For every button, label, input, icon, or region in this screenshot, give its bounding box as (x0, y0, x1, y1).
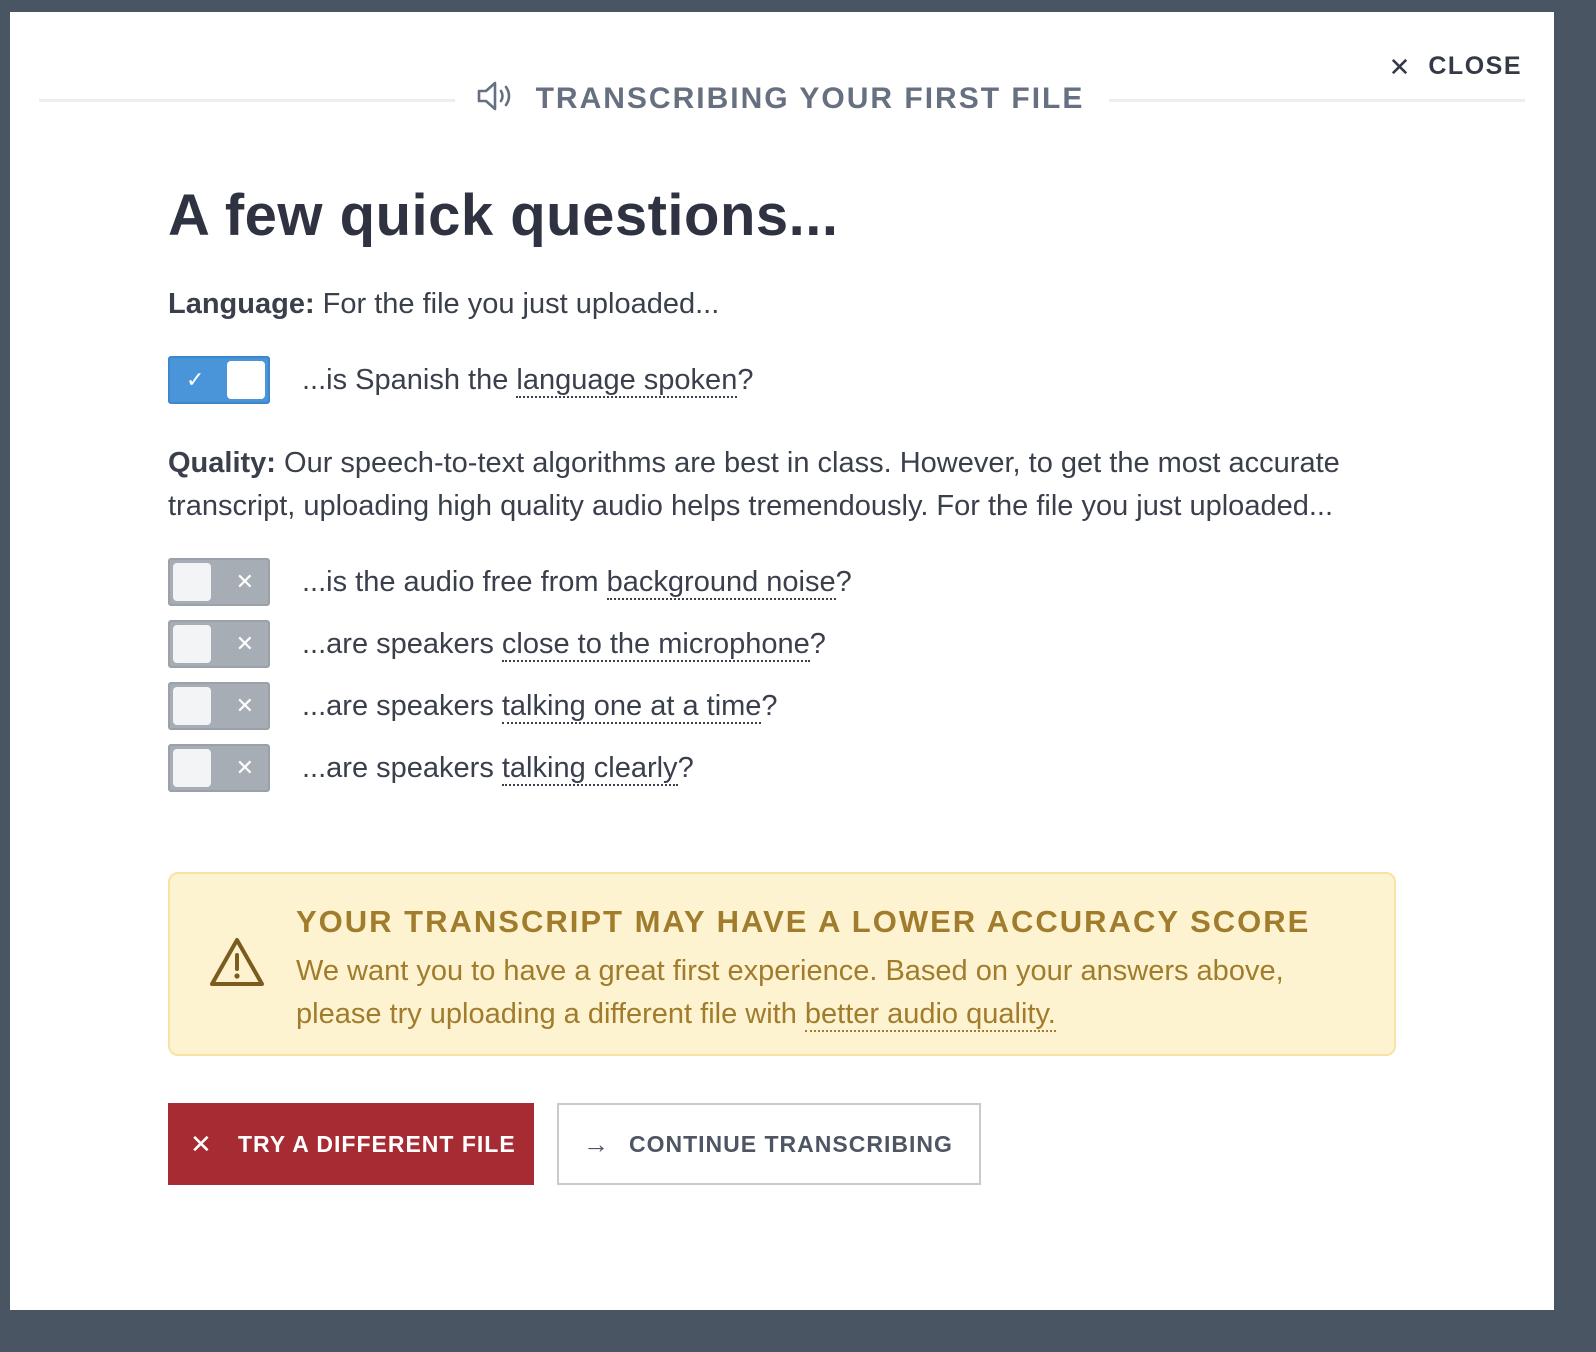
quality-intro: Quality: Our speech-to-text algorithms a… (168, 442, 1398, 528)
modal-title: TRANSCRIBING YOUR FIRST FILE (531, 81, 1089, 116)
question-text: ...is the audio free from background noi… (302, 565, 852, 600)
continue-transcribing-button[interactable]: → CONTINUE TRANSCRIBING (557, 1103, 981, 1185)
language-toggle[interactable]: ✓ (168, 356, 270, 404)
x-icon: ✕ (235, 569, 254, 594)
question-row-microphone: ✕ ...are speakers close to the microphon… (168, 620, 1398, 668)
one-at-a-time-link[interactable]: talking one at a time (501, 689, 762, 724)
question-row-one-at-a-time: ✕ ...are speakers talking one at a time? (168, 682, 1398, 730)
microphone-toggle[interactable]: ✕ (168, 620, 270, 668)
quality-label: Quality: (168, 447, 276, 479)
close-icon: ✕ (1388, 51, 1411, 82)
question-row-background-noise: ✕ ...is the audio free from background n… (168, 558, 1398, 606)
question-text: ...are speakers close to the microphone? (302, 627, 826, 662)
language-label: Language: (168, 288, 315, 320)
x-icon: ✕ (235, 631, 254, 656)
button-label: CONTINUE TRANSCRIBING (629, 1130, 953, 1157)
question-row-language: ✓ ...is Spanish the language spoken? (168, 356, 1398, 404)
try-different-file-button[interactable]: ✕ TRY A DIFFERENT FILE (168, 1103, 534, 1185)
better-audio-quality-link[interactable]: better audio quality. (804, 998, 1056, 1032)
language-intro: Language: For the file you just uploaded… (168, 283, 1398, 326)
modal-header: TRANSCRIBING YOUR FIRST FILE (10, 80, 1554, 117)
warning-title: YOUR TRANSCRIPT MAY HAVE A LOWER ACCURAC… (296, 904, 1311, 939)
toggle-knob (173, 563, 211, 601)
talking-clearly-toggle[interactable]: ✕ (168, 744, 270, 792)
question-text: ...are speakers talking clearly? (302, 751, 694, 786)
x-icon: ✕ (235, 693, 254, 718)
language-text: For the file you just uploaded... (314, 288, 720, 320)
arrow-right-icon: → (583, 1128, 610, 1159)
quality-text: Our speech-to-text algorithms are best i… (168, 447, 1340, 522)
toggle-knob (227, 361, 265, 399)
question-text: ...is Spanish the language spoken? (302, 363, 754, 398)
transcription-modal: ✕ CLOSE TRANSCRIBING YOUR FIRST FILE A f… (10, 12, 1554, 1310)
accuracy-warning: YOUR TRANSCRIPT MAY HAVE A LOWER ACCURAC… (168, 872, 1396, 1056)
check-icon: ✓ (186, 367, 205, 392)
close-button[interactable]: ✕ CLOSE (1389, 52, 1522, 81)
questions-section: A few quick questions... Language: For t… (168, 182, 1398, 792)
close-icon: ✕ (190, 1128, 213, 1159)
speaker-icon (476, 80, 518, 117)
warning-icon (208, 936, 266, 993)
question-text: ...are speakers talking one at a time? (302, 689, 778, 724)
talking-clearly-link[interactable]: talking clearly (501, 751, 678, 786)
toggle-knob (173, 687, 211, 725)
toggle-knob (173, 749, 211, 787)
quality-question-list: ✕ ...is the audio free from background n… (168, 558, 1398, 792)
question-row-talking-clearly: ✕ ...are speakers talking clearly? (168, 744, 1398, 792)
background-noise-toggle[interactable]: ✕ (168, 558, 270, 606)
x-icon: ✕ (235, 755, 254, 780)
language-spoken-link[interactable]: language spoken (516, 363, 738, 398)
one-at-a-time-toggle[interactable]: ✕ (168, 682, 270, 730)
warning-message: We want you to have a great first experi… (296, 955, 1284, 1032)
background-noise-link[interactable]: background noise (606, 565, 836, 600)
toggle-knob (173, 625, 211, 663)
button-label: TRY A DIFFERENT FILE (238, 1130, 516, 1157)
page-heading: A few quick questions... (168, 183, 839, 248)
microphone-link[interactable]: close to the microphone (501, 627, 810, 662)
close-label: CLOSE (1428, 52, 1522, 80)
